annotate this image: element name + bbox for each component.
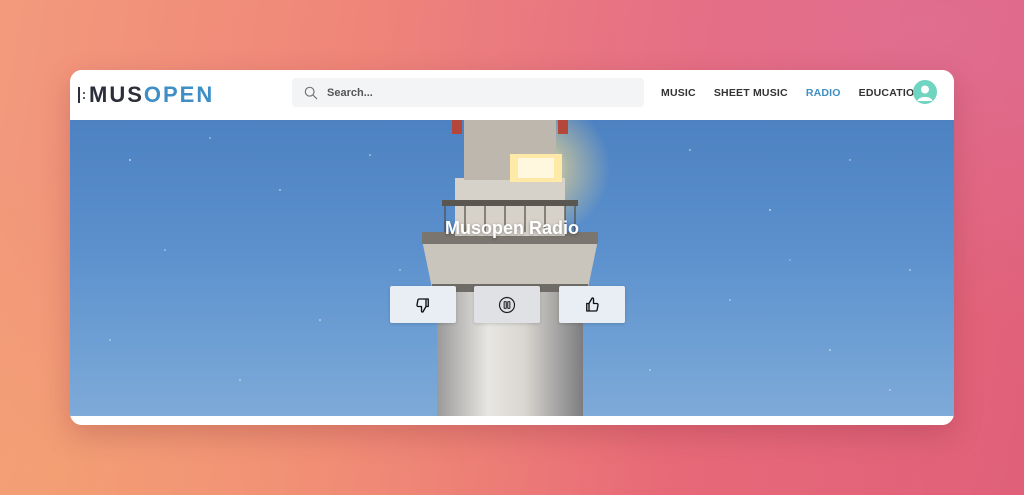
nav-item-radio[interactable]: RADIO <box>806 87 841 99</box>
logo-text: MUSOPEN <box>89 84 214 106</box>
dislike-button[interactable] <box>390 286 456 323</box>
musopen-logo[interactable]: MUSOPEN <box>78 81 214 109</box>
top-navbar: MUSOPEN MUSIC SHEET MUSIC RADIO EDUCATIO… <box>70 70 954 120</box>
pause-circle-icon <box>498 296 516 313</box>
like-button[interactable] <box>559 286 625 323</box>
hero-footer-strip <box>70 416 954 425</box>
pause-button[interactable] <box>474 286 540 323</box>
thumbs-up-icon <box>586 296 599 312</box>
browser-window: MUSOPEN MUSIC SHEET MUSIC RADIO EDUCATIO… <box>70 70 954 425</box>
logo-mark-icon <box>78 87 85 103</box>
lighthouse-background-image <box>109 120 911 416</box>
nav-item-music[interactable]: MUSIC <box>661 87 696 99</box>
thumbs-down-icon <box>416 297 429 313</box>
logo-text-mus: MUS <box>89 82 144 107</box>
search-icon <box>304 86 318 99</box>
search-input[interactable] <box>327 86 627 99</box>
main-nav: MUSIC SHEET MUSIC RADIO EDUCATION <box>661 70 940 116</box>
logo-text-open: OPEN <box>143 82 215 107</box>
nav-item-sheet-music[interactable]: SHEET MUSIC <box>714 87 788 99</box>
user-avatar-icon[interactable] <box>913 80 937 104</box>
radio-hero: Musopen Radio <box>70 120 954 416</box>
hero-title: Musopen Radio <box>445 218 579 238</box>
search-bar[interactable] <box>292 78 644 107</box>
